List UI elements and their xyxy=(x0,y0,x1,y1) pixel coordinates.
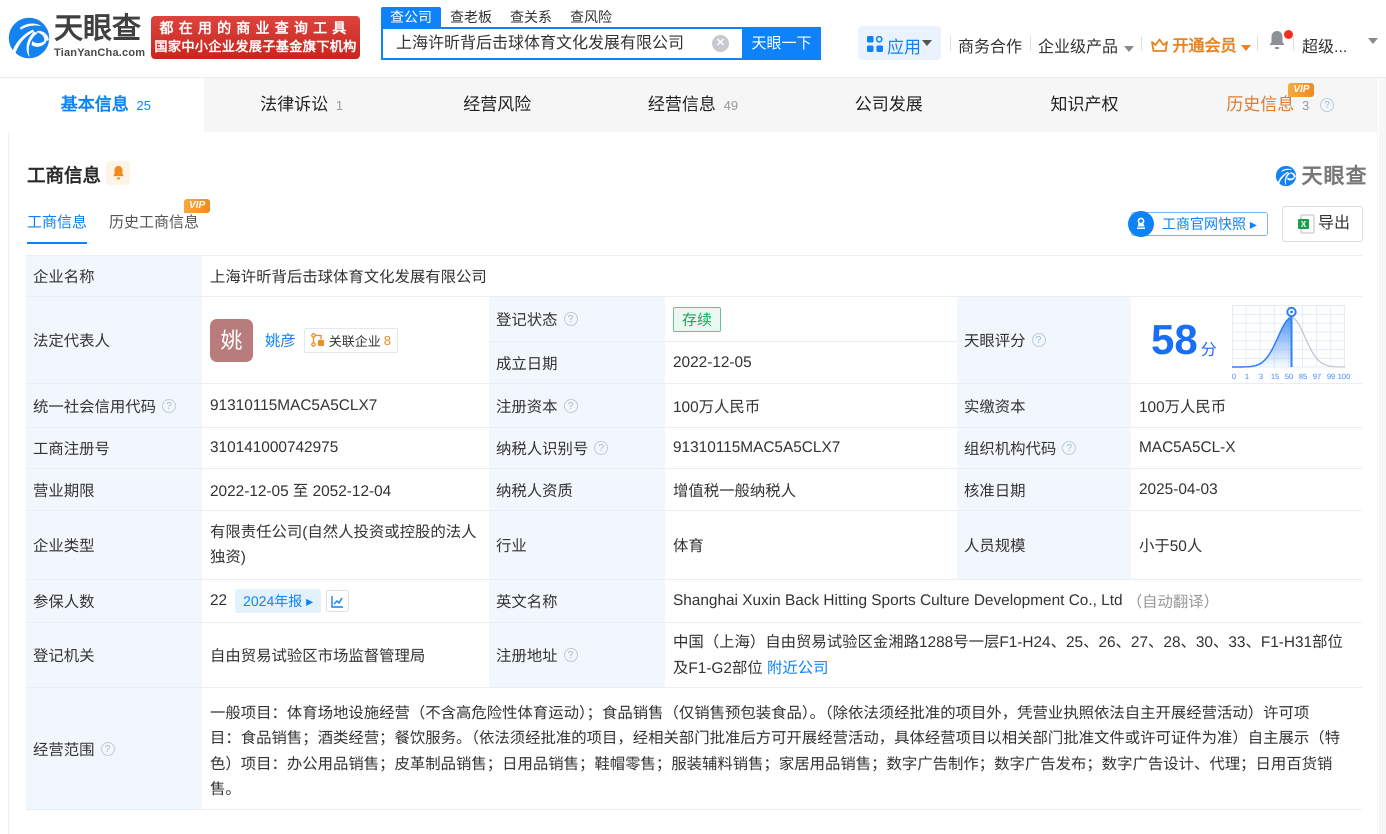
svg-text:1: 1 xyxy=(1245,372,1249,381)
svg-text:99: 99 xyxy=(1327,372,1335,381)
svg-text:97: 97 xyxy=(1313,372,1321,381)
svg-text:X: X xyxy=(1301,220,1307,229)
svg-text:0: 0 xyxy=(1232,372,1236,381)
svg-text:100: 100 xyxy=(1338,372,1351,381)
svg-text:85: 85 xyxy=(1299,372,1307,381)
svg-text:15: 15 xyxy=(1271,372,1279,381)
svg-text:50: 50 xyxy=(1285,372,1293,381)
svg-text:3: 3 xyxy=(1259,372,1263,381)
